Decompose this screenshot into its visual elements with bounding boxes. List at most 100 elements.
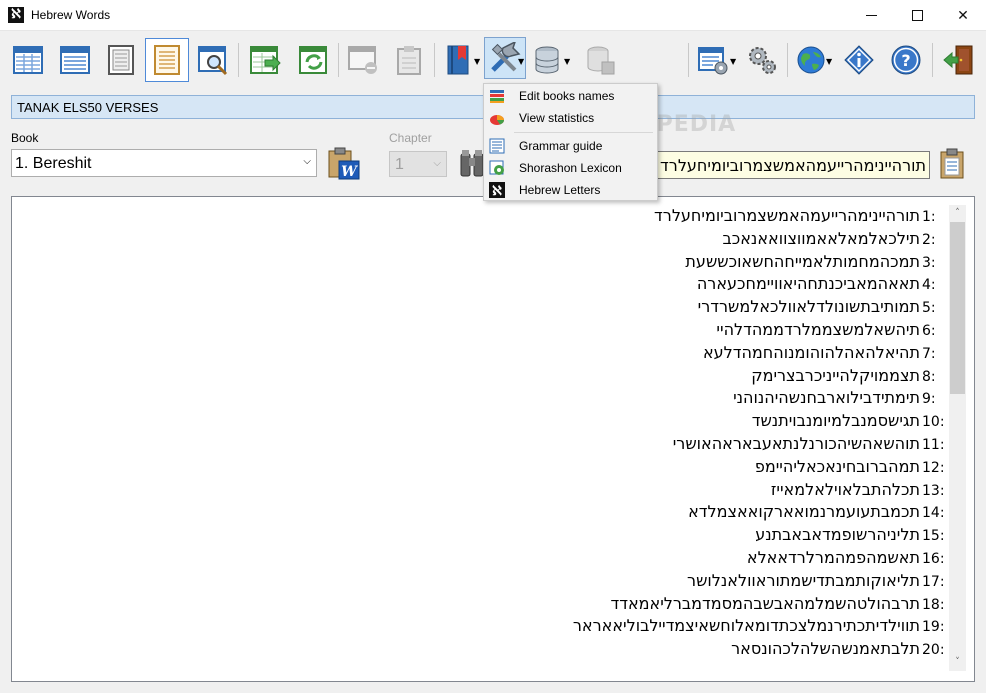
view-title: TANAK ELS50 VERSES bbox=[17, 100, 159, 115]
verse-row: תילכאלמאלאאמווצוואאנאכב 2: bbox=[12, 228, 949, 251]
verse-row: תלבתאמנשהשלהלכהונסאר 20: bbox=[12, 638, 949, 661]
globe-dropdown-arrow[interactable]: ▼ bbox=[826, 57, 832, 66]
verse-text: תאאהמאביכנתחהיאוויימחכעארה bbox=[696, 274, 920, 294]
export-word-button[interactable]: W bbox=[327, 147, 361, 181]
scroll-up-icon[interactable]: ˄ bbox=[949, 205, 966, 222]
verse-text: תליאוקותמבתדישמתוראוולאנלושר bbox=[687, 570, 920, 590]
copy-clipboard-button[interactable] bbox=[938, 148, 966, 180]
export-table-button[interactable] bbox=[245, 40, 285, 80]
table-view-button[interactable] bbox=[8, 40, 48, 80]
verse-text: תילכאלמאלאאמווצוואאנאכב bbox=[722, 228, 920, 248]
verse-text: תמהברובחינאכאליהיימפ bbox=[754, 456, 920, 476]
menu-item-view-statistics[interactable]: View statistics bbox=[486, 107, 655, 129]
bookmark-dropdown-arrow[interactable]: ▼ bbox=[474, 57, 480, 66]
toolbar-separator bbox=[434, 43, 435, 77]
toolbar: ▼ ▼ ▼ ▼ ▼ ? bbox=[0, 31, 986, 89]
maximize-button[interactable] bbox=[894, 0, 940, 31]
chapter-select-value: 1 bbox=[395, 156, 404, 173]
verse-number: 19: bbox=[922, 619, 945, 636]
verse-text: תליניהרשופמדאבאבתנע bbox=[755, 525, 920, 545]
menu-item-label: Shorashon Lexicon bbox=[519, 161, 622, 175]
grammar-icon bbox=[489, 138, 505, 154]
minimize-icon bbox=[865, 15, 877, 16]
settings-list-button[interactable] bbox=[693, 40, 733, 80]
close-button[interactable]: ✕ bbox=[940, 0, 986, 31]
verse-number: 6: bbox=[922, 322, 936, 339]
info-icon bbox=[844, 45, 874, 75]
verse-number: 2: bbox=[922, 231, 936, 248]
verse-text: תווילדיתכתירנמלצכתדומאלוחשאיצמדיילבוליאא… bbox=[572, 616, 920, 636]
database-save-button[interactable] bbox=[580, 40, 620, 80]
verse-row: תצממויקלהייניכרבצרימק 8: bbox=[12, 365, 949, 388]
globe-button[interactable] bbox=[791, 40, 831, 80]
bookmark-icon bbox=[447, 45, 469, 75]
toolbar-separator bbox=[338, 43, 339, 77]
scroll-thumb[interactable] bbox=[950, 222, 965, 394]
globe-icon bbox=[797, 46, 825, 74]
chapter-select[interactable]: 1 ⌵ bbox=[389, 151, 447, 177]
verse-text: תמותיבתשונולדלאוולכאלמשרדרי bbox=[697, 297, 920, 317]
verse-row: תרבהולטהשמלמהאבשבהמסמדמברליאמאדד 18: bbox=[12, 593, 949, 616]
verse-row: תווילדיתכתירנמלצכתדומאלוחשאיצמדיילבוליאא… bbox=[12, 615, 949, 638]
verse-number: 9: bbox=[922, 391, 936, 408]
refresh-table-button[interactable] bbox=[294, 40, 334, 80]
verse-row: תאאהמאביכנתחהיאוויימחכעארה 4: bbox=[12, 273, 949, 296]
menu-item-shorashon-lexicon[interactable]: Shorashon Lexicon bbox=[486, 157, 655, 179]
book-label: Book bbox=[11, 131, 39, 145]
verse-row: תגישסמנבלמיומנבויתנשד 10: bbox=[12, 410, 949, 433]
page-view-icon bbox=[108, 45, 134, 75]
verse-text: תרבהולטהשמלמהאבשבהמסמדמברליאמאדד bbox=[610, 593, 920, 613]
menu-item-label: View statistics bbox=[519, 111, 595, 125]
word-clipboard-icon: W bbox=[328, 147, 360, 180]
verses-text-area[interactable]: תורהיינימהרייעמהאמשצמרוביומיחעלרד 1: תילכא… bbox=[11, 196, 975, 682]
gears-button[interactable] bbox=[742, 40, 782, 80]
verse-number: 18: bbox=[922, 596, 945, 613]
menu-separator bbox=[514, 132, 653, 133]
menu-item-grammar-guide[interactable]: Grammar guide bbox=[486, 135, 655, 157]
menu-item-edit-books-names[interactable]: Edit books names bbox=[486, 85, 655, 107]
close-icon: ✕ bbox=[957, 7, 969, 24]
vertical-scrollbar[interactable]: ˄ ˅ bbox=[949, 205, 966, 671]
book-select[interactable]: 1. Bereshit ⌵ bbox=[11, 149, 317, 177]
chapter-label: Chapter bbox=[389, 131, 432, 145]
minimize-button[interactable] bbox=[848, 0, 894, 31]
search-document-button[interactable] bbox=[193, 40, 233, 80]
verse-text: תלבתאמנשהשלהלכהונסאר bbox=[731, 639, 920, 659]
bookmark-button[interactable] bbox=[438, 40, 478, 80]
database-save-icon bbox=[587, 46, 615, 75]
toolbar-separator bbox=[932, 43, 933, 77]
verse-number: 13: bbox=[922, 482, 945, 499]
verse-number: 10: bbox=[922, 414, 945, 431]
settings-list-icon bbox=[698, 47, 728, 75]
verse-text: תימתידבילוארבחנשהיהנוהני bbox=[733, 388, 920, 408]
database-button[interactable] bbox=[527, 40, 567, 80]
toolbar-separator bbox=[238, 43, 239, 77]
scroll-down-icon[interactable]: ˅ bbox=[949, 654, 966, 671]
svg-text:W: W bbox=[341, 164, 358, 180]
verse-number: 20: bbox=[922, 642, 945, 659]
verse-number: 8: bbox=[922, 368, 936, 385]
page-view-button[interactable] bbox=[101, 40, 141, 80]
clipboard-button[interactable] bbox=[389, 40, 429, 80]
verse-row: תוהשאהשיהכורנלנתאעבאראהאושרי 11: bbox=[12, 433, 949, 456]
exit-button[interactable] bbox=[938, 40, 978, 80]
binoculars-button[interactable] bbox=[459, 148, 485, 178]
window-title: Hebrew Words bbox=[31, 8, 111, 22]
statistics-icon bbox=[490, 115, 504, 125]
verse-number: 16: bbox=[922, 550, 945, 567]
list-view-icon bbox=[60, 46, 90, 74]
help-button[interactable]: ? bbox=[886, 40, 926, 80]
verses-view-button[interactable] bbox=[145, 38, 189, 82]
menu-item-hebrew-letters[interactable]: ℵ Hebrew Letters bbox=[486, 179, 655, 201]
verse-text: תיהשאלמשצממלרדממהדלהיי bbox=[716, 319, 920, 339]
search-document-icon bbox=[198, 46, 228, 76]
info-button[interactable] bbox=[839, 40, 879, 80]
hebrew-search-field[interactable]: תורהיינימהרייעמהאמשצמרוביומיחעלרד bbox=[620, 151, 930, 179]
tools-dropdown-arrow[interactable]: ▼ bbox=[518, 57, 524, 66]
maximize-icon bbox=[911, 10, 923, 21]
database-dropdown-arrow[interactable]: ▼ bbox=[564, 57, 570, 66]
remove-window-button[interactable] bbox=[343, 40, 383, 80]
list-view-button[interactable] bbox=[55, 40, 95, 80]
verse-number: 17: bbox=[922, 573, 945, 590]
settings-dropdown-arrow[interactable]: ▼ bbox=[730, 57, 736, 66]
